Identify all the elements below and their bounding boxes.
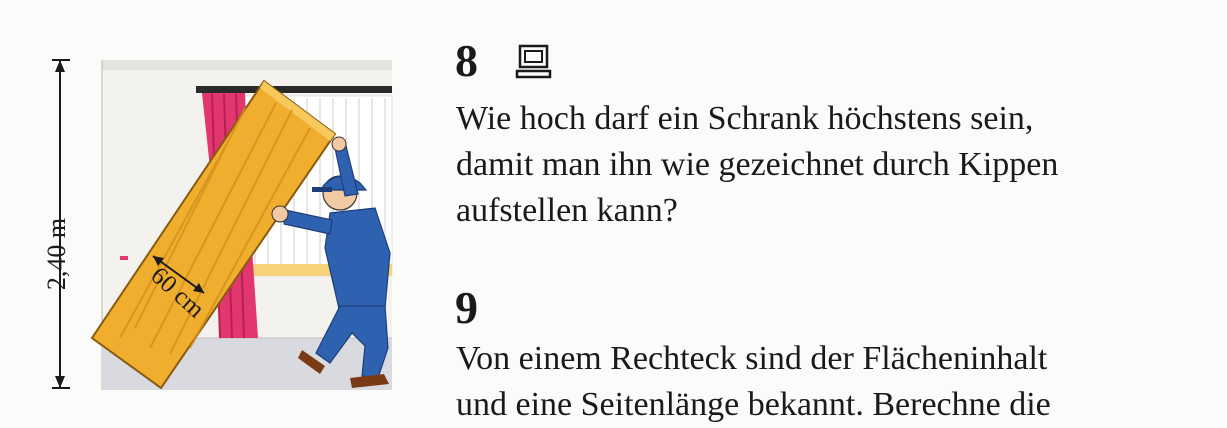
computer-icon (515, 44, 552, 79)
curtain-rod (196, 86, 392, 93)
exercise-9-text: Von einem Rechteck sind der Flächeninhal… (456, 336, 1051, 428)
height-label: 2,40 m (42, 217, 71, 291)
exercise-8-number: 8 (455, 35, 478, 86)
cabinet-scene-drawing (52, 59, 393, 390)
exercise-9-line-2: und eine Seitenlänge bekannt. Berechne d… (456, 386, 1051, 423)
exercise-8-line-1: Wie hoch darf ein Schrank höchstens sein… (456, 100, 1034, 137)
cabinet-illustration: 2,40 m 60 cm (40, 48, 400, 398)
exercise-9-line-1: Von einem Rechteck sind der Flächeninhal… (456, 340, 1048, 377)
exercise-9-number: 9 (455, 282, 478, 333)
exercise-8-line-2: damit man ihn wie gezeichnet durch Kippe… (456, 146, 1059, 183)
exercise-8-text: Wie hoch darf ein Schrank höchstens sein… (456, 96, 1058, 234)
exercise-8-line-3: aufstellen kann? (456, 192, 678, 229)
